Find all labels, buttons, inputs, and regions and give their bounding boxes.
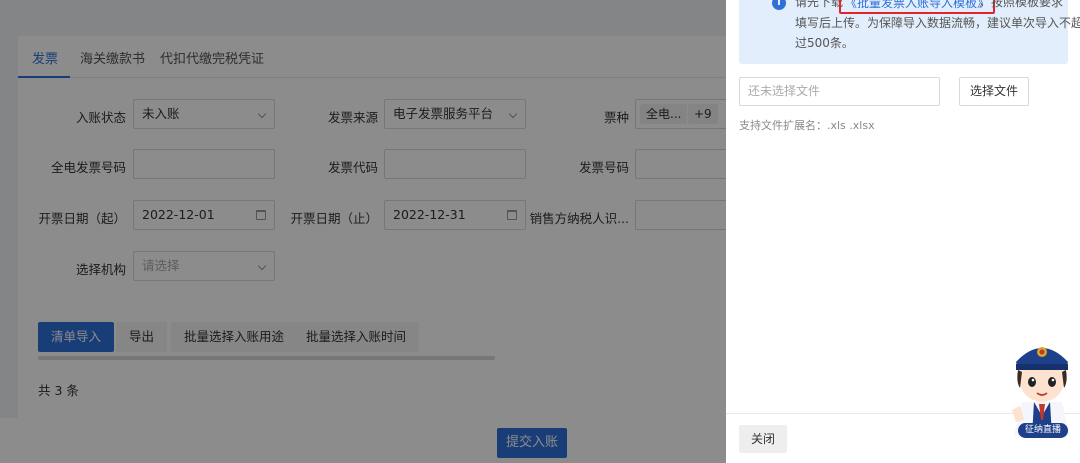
live-stream-badge: 征纳直播 bbox=[1018, 423, 1068, 438]
close-button[interactable]: 关闭 bbox=[739, 425, 787, 453]
import-notice: i 请先下载 《批量发票入账导入模板》 ，按照模板要求 填写后上传。为保障导入数… bbox=[739, 0, 1080, 64]
info-icon: i bbox=[772, 0, 786, 10]
notice-prefix: 请先下载 bbox=[795, 0, 844, 9]
notice-suffix: ，按照模板要求 bbox=[979, 0, 1064, 9]
file-name-input[interactable]: 还未选择文件 bbox=[739, 77, 940, 106]
template-download-link[interactable]: 《批量发票入账导入模板》 bbox=[839, 0, 996, 14]
choose-file-button[interactable]: 选择文件 bbox=[959, 77, 1029, 106]
notice-line-2: 填写后上传。为保障导入数据流畅，建议单次导入不超 bbox=[795, 16, 1080, 30]
notice-line-3: 过500条。 bbox=[795, 36, 854, 50]
file-extension-hint: 支持文件扩展名：.xls .xlsx bbox=[739, 119, 875, 132]
